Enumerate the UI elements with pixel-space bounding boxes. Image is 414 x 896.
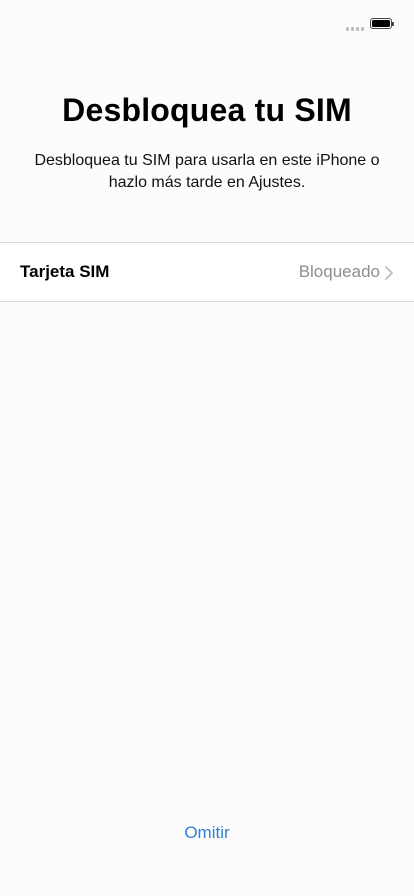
skip-button[interactable]: Omitir (157, 818, 257, 848)
battery-icon (370, 18, 394, 29)
sim-unlock-screen: Desbloquea tu SIM Desbloquea tu SIM para… (0, 0, 414, 896)
page-subtitle: Desbloquea tu SIM para usarla en este iP… (34, 152, 380, 191)
sim-card-row[interactable]: Tarjeta SIM Bloqueado (0, 242, 414, 302)
chevron-right-icon (385, 266, 393, 280)
battery-fill (372, 20, 390, 27)
status-bar (0, 0, 414, 44)
signal-icon (346, 27, 364, 31)
signal-dot (361, 27, 364, 31)
page-title: Desbloquea tu SIM (62, 92, 352, 128)
sim-status-value: Bloqueado (298, 262, 380, 281)
signal-dot (346, 27, 349, 31)
sim-card-label: Tarjeta SIM (20, 262, 110, 281)
signal-dot (351, 27, 354, 31)
signal-dot (356, 27, 359, 31)
